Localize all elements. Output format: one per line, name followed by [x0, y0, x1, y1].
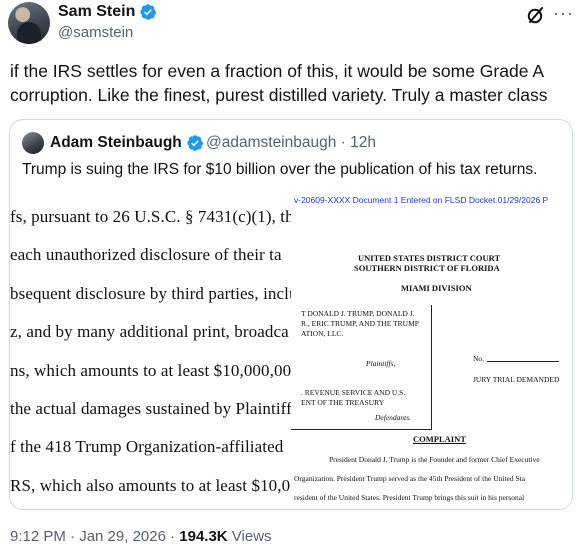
complaint-page-overlay: v-20609-XXXX Document 1 Entered on FLSD …	[291, 187, 572, 509]
court-name-line1: UNITED STATES DISTRICT COURT	[358, 253, 501, 263]
defendants-label: Defendants.	[375, 413, 412, 422]
doc-body-line: bsequent disclosure by third parties, in…	[10, 284, 298, 303]
author-name-row[interactable]: Sam Stein	[58, 2, 157, 22]
court-division: MIAMI DIVISION	[401, 283, 472, 293]
doc-body-line: the actual damages sustained by Plaintif…	[10, 399, 299, 418]
tweet-timestamp[interactable]: 9:12 PM · Jan 29, 2026 ·	[10, 528, 179, 545]
author-handle[interactable]: @samstein	[58, 23, 133, 43]
case-number-label: No.	[473, 354, 485, 363]
plaintiffs-label: Plaintiffs,	[366, 359, 396, 368]
quoted-tweet[interactable]: Adam Steinbaugh @adamsteinbaugh · 12h Tr…	[9, 119, 573, 510]
court-name-line2: SOUTHERN DISTRICT OF FLORIDA	[354, 263, 500, 273]
doc-body-line: each unauthorized disclosure of their ta	[10, 245, 282, 264]
plaintiff-names-line3: ATION, LLC.	[301, 329, 344, 338]
quoted-author-handle-time[interactable]: @adamsteinbaugh · 12h	[206, 133, 376, 153]
jury-demand: JURY TRIAL DEMANDED	[473, 375, 560, 384]
doc-body-line: ns, which amounts to at least $10,000,00…	[10, 361, 297, 380]
author-name[interactable]: Sam Stein	[58, 2, 135, 22]
tweet-meta: 9:12 PM · Jan 29, 2026 · 194.3K Views	[10, 527, 272, 547]
doc-body-line: RS, which also amounts to at least $10,0…	[10, 476, 299, 495]
quoted-author-name[interactable]: Adam Steinbaugh	[50, 133, 182, 153]
document-image[interactable]: fs, pursuant to 26 U.S.C. § 7431(c)(1), …	[10, 187, 572, 509]
quoted-verified-badge-icon	[187, 135, 203, 151]
doc-body-line: z, and by many additional print, broadca	[10, 322, 289, 341]
quoted-author-name-row[interactable]: Adam Steinbaugh	[50, 133, 204, 153]
quoted-author-avatar[interactable]	[22, 132, 44, 154]
complaint-line3: resident of the United States. President…	[294, 493, 525, 502]
doc-body-line: fs, pursuant to 26 U.S.C. § 7431(c)(1), …	[10, 207, 302, 226]
plaintiff-names-line2: R., ERIC TRUMP, AND THE TRUMP	[301, 319, 419, 328]
tweet-text: if the IRS settles for even a fraction o…	[10, 61, 548, 105]
complaint-line1: President Donald J. Trump is the Founder…	[329, 455, 540, 464]
views-label: Views	[227, 528, 272, 545]
verified-badge-icon	[140, 4, 157, 20]
author-avatar[interactable]	[8, 2, 50, 44]
quoted-tweet-text: Trump is suing the IRS for $10 billion o…	[22, 161, 538, 178]
views-count: 194.3K	[179, 528, 228, 545]
plaintiff-names-line1: T DONALD J. TRUMP, DONALD J.	[301, 309, 415, 318]
complaint-heading: COMPLAINT	[413, 434, 466, 444]
grok-slash-icon[interactable]	[526, 5, 546, 25]
defendant-names-line2: ENT OF THE TREASURY	[301, 398, 385, 407]
more-dots-icon[interactable]: ···	[553, 4, 574, 22]
case-number-underline	[487, 361, 559, 362]
docket-header: v-20609-XXXX Document 1 Entered on FLSD …	[294, 195, 549, 205]
complaint-line2: Organization. President Trump served as …	[294, 474, 526, 483]
doc-body-line: f the 418 Trump Organization-affiliated	[10, 437, 284, 456]
defendant-names-line1: . REVENUE SERVICE AND U.S.	[301, 388, 406, 397]
